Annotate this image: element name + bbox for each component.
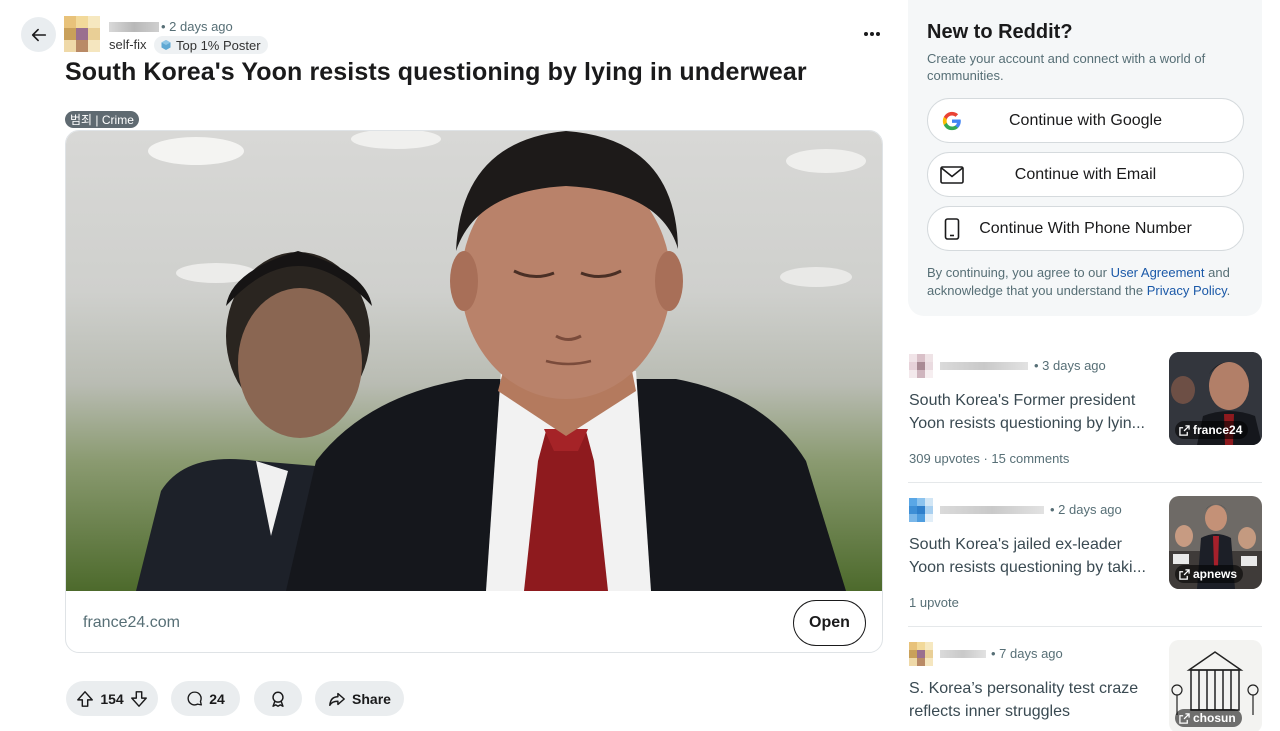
related-author-name[interactable] xyxy=(940,506,1044,514)
comment-count: 24 xyxy=(209,690,225,707)
envelope-icon xyxy=(940,164,964,186)
related-thumbnail[interactable]: france24 xyxy=(1169,352,1262,445)
continue-with-phone-label: Continue With Phone Number xyxy=(979,219,1192,237)
related-post[interactable]: • 7 days ago S. Korea’s personality test… xyxy=(908,640,1262,731)
related-author-name[interactable] xyxy=(940,362,1028,370)
related-thumbnail[interactable]: apnews xyxy=(1169,496,1262,589)
related-post[interactable]: • 3 days ago South Korea's Former presid… xyxy=(908,352,1262,480)
divider xyxy=(908,482,1262,483)
legal-notice: By continuing, you agree to our User Agr… xyxy=(927,265,1231,298)
signup-subtitle: Create your account and connect with a w… xyxy=(927,51,1206,83)
continue-with-email-button[interactable]: Continue with Email xyxy=(927,152,1244,197)
badge-icon xyxy=(161,40,171,50)
signup-card: New to Reddit? Create your account and c… xyxy=(908,0,1262,316)
top-poster-badge: Top 1% Poster xyxy=(154,36,268,54)
related-author-avatar xyxy=(909,642,933,666)
continue-with-phone-button[interactable]: Continue With Phone Number xyxy=(927,206,1244,251)
vote-count: 154 xyxy=(100,690,124,707)
post-flair[interactable]: 범죄 | Crime xyxy=(65,111,139,128)
author-name[interactable] xyxy=(109,22,159,32)
more-options-button[interactable] xyxy=(858,24,886,44)
author-avatar[interactable] xyxy=(64,16,100,52)
link-preview-card[interactable]: france24.com Open xyxy=(65,130,883,653)
related-time: • 7 days ago xyxy=(991,646,1063,661)
external-link-icon xyxy=(1179,424,1190,436)
share-icon xyxy=(329,692,345,706)
external-link-icon xyxy=(1179,568,1190,580)
related-title[interactable]: South Korea's Former president Yoon resi… xyxy=(909,389,1154,435)
continue-with-google-label: Continue with Google xyxy=(1009,111,1162,129)
phone-icon xyxy=(940,218,964,240)
related-time: • 3 days ago xyxy=(1034,358,1106,373)
open-link-button[interactable]: Open xyxy=(793,600,866,646)
related-title[interactable]: South Korea's jailed ex-leader Yoon resi… xyxy=(909,533,1154,579)
share-label: Share xyxy=(352,690,391,707)
award-button[interactable] xyxy=(254,681,302,716)
award-icon xyxy=(272,691,284,707)
photo-illustration xyxy=(136,131,866,591)
back-button[interactable] xyxy=(21,17,56,52)
google-icon xyxy=(940,110,964,132)
top-poster-label: Top 1% Poster xyxy=(176,37,261,53)
related-time: • 2 days ago xyxy=(1050,502,1122,517)
comments-button[interactable]: 24 xyxy=(171,681,240,716)
related-meta: 309 upvotes · 15 comments xyxy=(909,451,1070,466)
related-meta: 1 upvote xyxy=(909,595,959,610)
continue-with-google-button[interactable]: Continue with Google xyxy=(927,98,1244,143)
related-thumbnail[interactable]: chosun xyxy=(1169,640,1262,731)
more-icon xyxy=(864,32,868,36)
share-button[interactable]: Share xyxy=(315,681,404,716)
thumbnail-source: chosun xyxy=(1175,709,1242,727)
related-post[interactable]: • 2 days ago South Korea's jailed ex-lea… xyxy=(908,496,1262,624)
related-author-avatar xyxy=(909,354,933,378)
related-title[interactable]: S. Korea’s personality test craze reflec… xyxy=(909,677,1154,723)
related-author-name[interactable] xyxy=(940,650,986,658)
thumbnail-source: france24 xyxy=(1175,421,1249,439)
arrow-left-icon xyxy=(31,28,46,41)
privacy-policy-link[interactable]: Privacy Policy xyxy=(1147,283,1227,298)
upvote-icon[interactable] xyxy=(76,690,94,708)
divider xyxy=(908,626,1262,627)
downvote-icon[interactable] xyxy=(130,690,148,708)
signup-title: New to Reddit? xyxy=(927,21,1073,43)
comment-icon xyxy=(187,691,203,706)
related-author-avatar xyxy=(909,498,933,522)
vote-control: 154 xyxy=(66,681,158,716)
thumbnail-source: apnews xyxy=(1175,565,1244,583)
post-title: South Korea's Yoon resists questioning b… xyxy=(65,58,807,86)
continue-with-email-label: Continue with Email xyxy=(1014,165,1157,183)
link-domain[interactable]: france24.com xyxy=(83,614,180,632)
user-flair: self-fix xyxy=(109,37,147,52)
user-agreement-link[interactable]: User Agreement xyxy=(1111,265,1205,280)
link-preview-image[interactable] xyxy=(66,131,882,591)
post-time: • 2 days ago xyxy=(161,19,233,34)
external-link-icon xyxy=(1179,712,1190,724)
